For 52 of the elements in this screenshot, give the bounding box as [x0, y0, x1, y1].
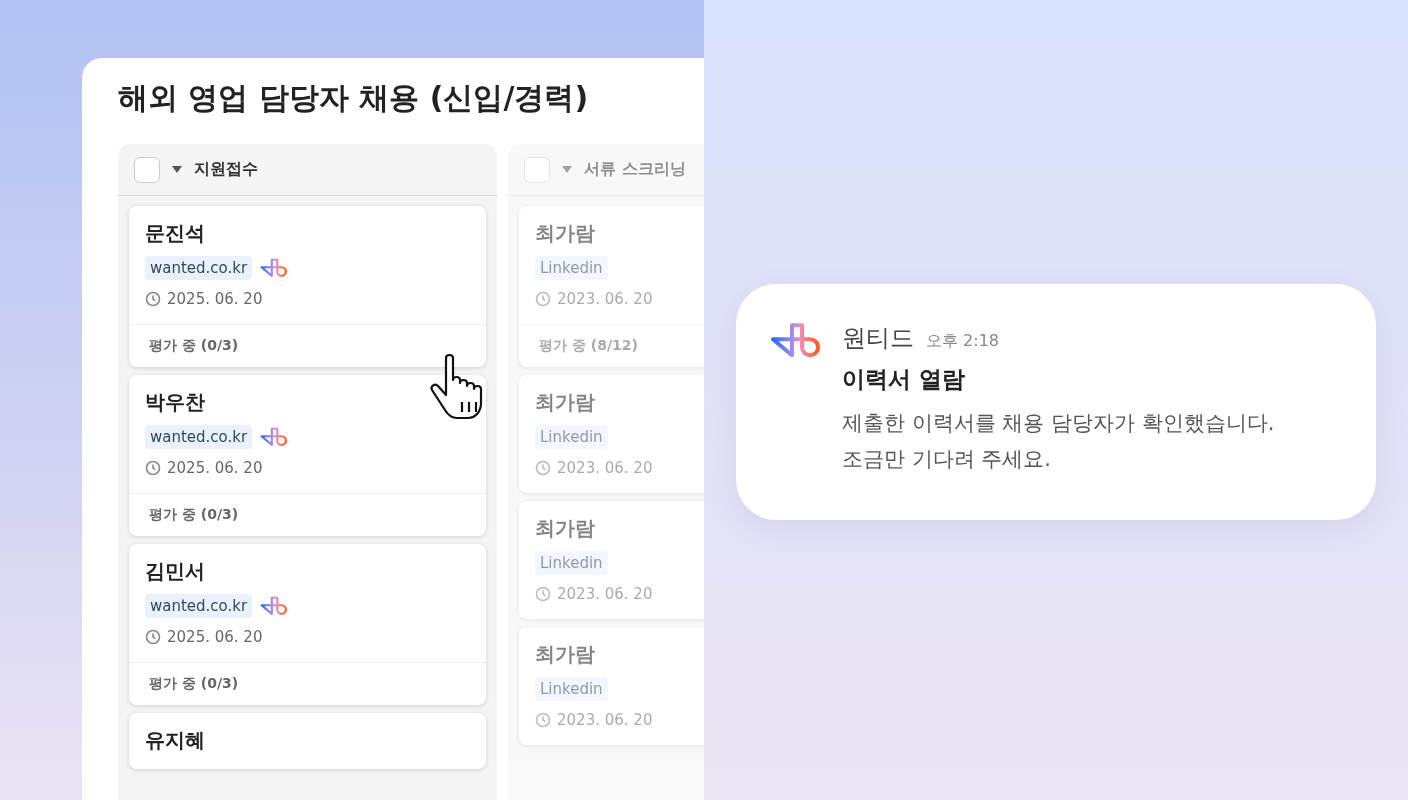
column-title: 지원접수 — [194, 159, 258, 180]
candidate-name: 문진석 — [145, 220, 206, 246]
clock-icon — [535, 460, 551, 476]
column-title: 서류 스크리닝 — [584, 159, 686, 180]
source-tag: Linkedin — [535, 425, 608, 449]
candidate-name: 김민서 — [145, 558, 206, 584]
source-tag: wanted.co.kr — [145, 425, 253, 449]
candidate-card[interactable]: 유지혜 — [129, 713, 486, 769]
candidate-card[interactable]: 김민서 wanted.co.kr 2025. 06. 20 평가 중 (0/3) — [129, 544, 486, 705]
notification-title: 이력서 열람 — [842, 365, 966, 394]
clock-icon — [535, 586, 551, 602]
logo-icon — [260, 596, 289, 616]
logo-icon — [260, 427, 289, 447]
candidate-name: 최가람 — [535, 641, 596, 667]
column-checkbox[interactable] — [524, 156, 550, 183]
source-tag: Linkedin — [535, 677, 608, 701]
notification-message: 조금만 기다려 주세요. — [842, 446, 1053, 473]
clock-icon — [535, 712, 551, 728]
candidate-name: 유지혜 — [145, 727, 206, 753]
logo-icon — [770, 322, 822, 359]
evaluation-status: 평가 중 (8/12) — [539, 337, 638, 355]
applied-date: 2025. 06. 20 — [167, 290, 263, 308]
source-tag: Linkedin — [535, 256, 608, 280]
logo-icon — [260, 258, 289, 278]
notification-message: 제출한 이력서를 채용 담당자가 확인했습니다. — [842, 410, 1275, 437]
applied-date: 2025. 06. 20 — [167, 459, 263, 477]
column-checkbox[interactable] — [134, 156, 160, 183]
applied-date: 2023. 06. 20 — [557, 290, 653, 308]
candidate-card[interactable]: 박우찬 wanted.co.kr 2025. 06. 20 평가 중 (0/3) — [129, 375, 486, 536]
clock-icon — [145, 460, 161, 476]
applied-date: 2023. 06. 20 — [557, 585, 653, 603]
notification-time: 오후 2:18 — [926, 331, 999, 352]
clock-icon — [535, 291, 551, 307]
candidate-name: 최가람 — [535, 515, 596, 541]
app-name: 원티드 — [842, 323, 914, 354]
clock-icon — [145, 629, 161, 645]
evaluation-status: 평가 중 (0/3) — [149, 337, 239, 355]
source-tag: wanted.co.kr — [145, 594, 253, 618]
evaluation-status: 평가 중 (0/3) — [149, 675, 239, 693]
dropdown-caret-icon[interactable] — [172, 166, 182, 173]
evaluation-status: 평가 중 (0/3) — [149, 506, 239, 524]
clock-icon — [145, 291, 161, 307]
source-tag: wanted.co.kr — [145, 256, 253, 280]
source-tag: Linkedin — [535, 551, 608, 575]
candidate-name: 최가람 — [535, 220, 596, 246]
candidate-name: 박우찬 — [145, 389, 206, 415]
page-title: 해외 영업 담당자 채용 (신입/경력) — [118, 79, 590, 117]
candidate-card[interactable]: 문진석 wanted.co.kr 2025. 06. 20 평가 중 (0/3) — [129, 206, 486, 367]
candidate-name: 최가람 — [535, 389, 596, 415]
applied-date: 2023. 06. 20 — [557, 459, 653, 477]
applied-date: 2023. 06. 20 — [557, 711, 653, 729]
applied-date: 2025. 06. 20 — [167, 628, 263, 646]
